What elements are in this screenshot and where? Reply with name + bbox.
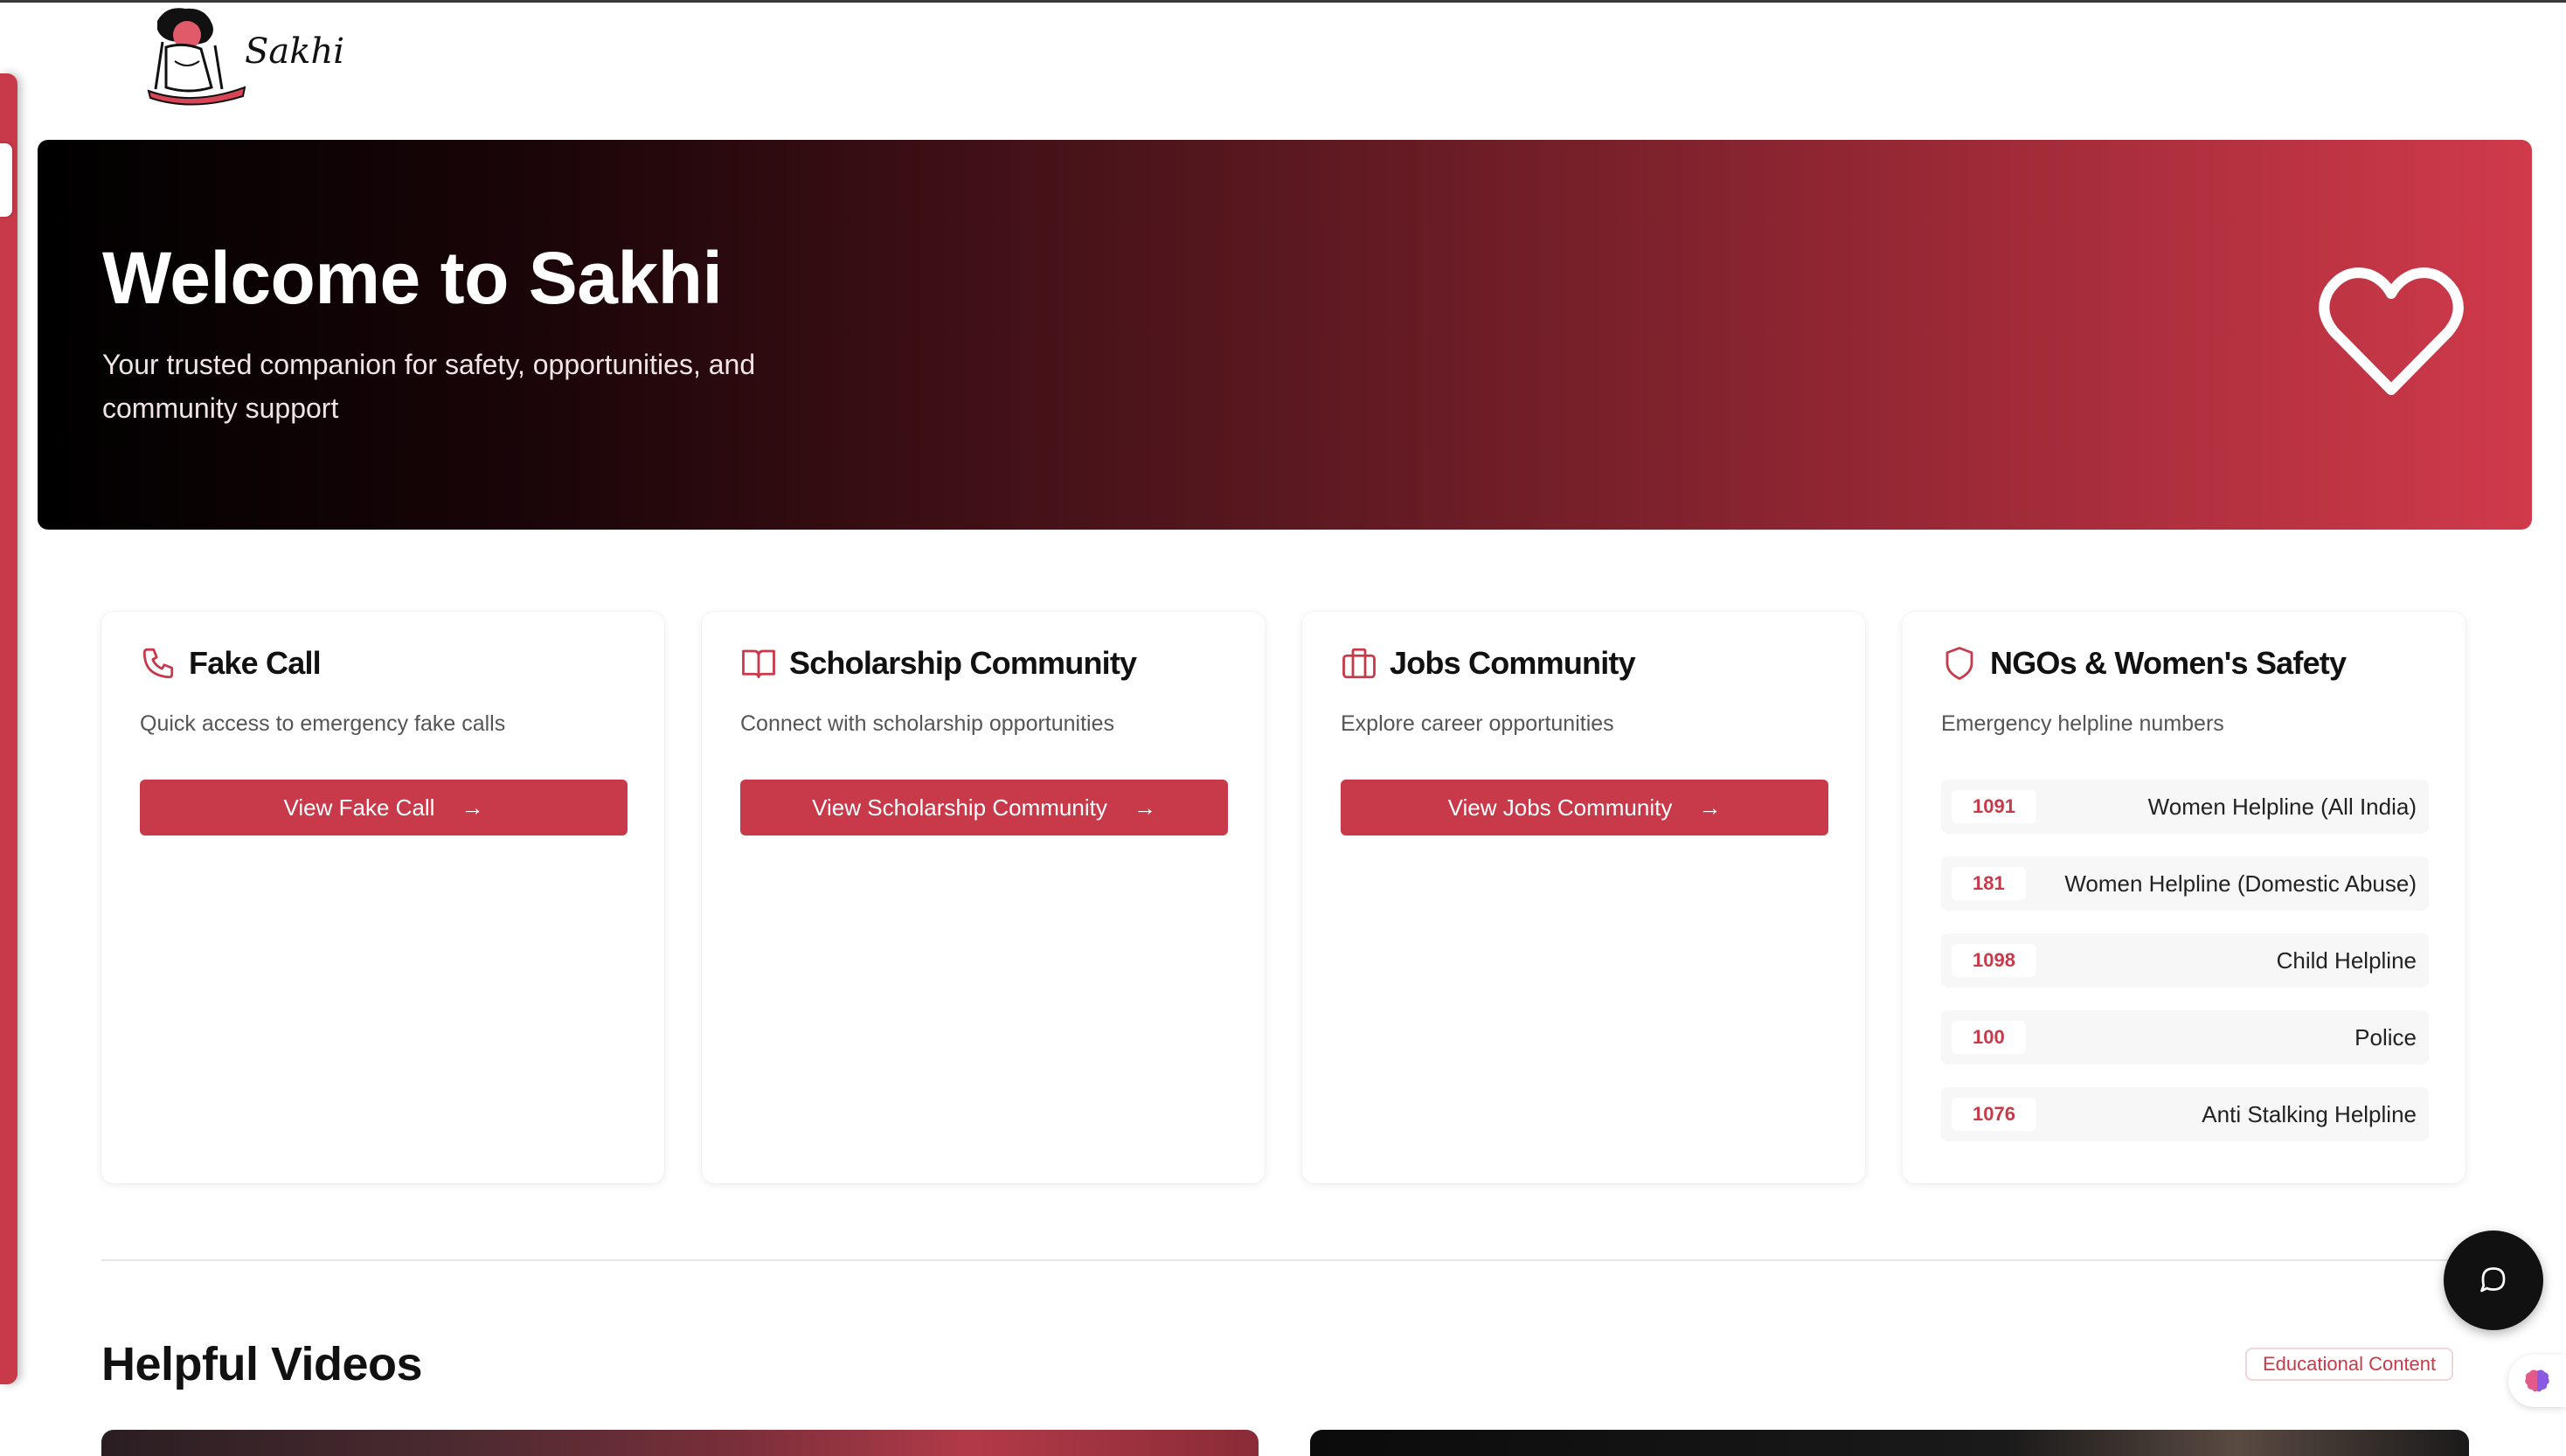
helpline-name: Women Helpline (Domestic Abuse) <box>2064 870 2417 897</box>
hero-subtitle: Your trusted companion for safety, oppor… <box>102 349 756 424</box>
helpline-item[interactable]: 1098 Child Helpline <box>1941 933 2429 988</box>
chat-bubble-icon <box>2480 1267 2506 1293</box>
side-drawer[interactable] <box>0 73 17 1384</box>
brand-logo[interactable]: Sakhi <box>131 3 345 107</box>
helpline-number: 100 <box>1952 1021 2026 1054</box>
view-scholarship-community-button[interactable]: View Scholarship Community → <box>740 780 1228 835</box>
brain-icon <box>2525 1369 2549 1392</box>
side-drawer-handle[interactable] <box>0 143 12 217</box>
phone-icon <box>142 648 174 679</box>
briefcase-icon <box>1342 648 1376 679</box>
card-title: Fake Call <box>189 645 322 681</box>
card-title: Jobs Community <box>1390 645 1636 681</box>
helpline-item[interactable]: 1076 Anti Stalking Helpline <box>1941 1087 2429 1141</box>
book-icon <box>742 649 775 679</box>
heart-icon <box>2319 267 2464 395</box>
video-thumbnail[interactable] <box>101 1430 1259 1456</box>
card-jobs-community: Jobs Community Explore career opportunit… <box>1302 612 1865 1183</box>
section-divider <box>101 1259 2468 1261</box>
card-ngos-womens-safety: NGOs & Women's Safety Emergency helpline… <box>1903 612 2465 1183</box>
helpline-number: 181 <box>1952 867 2026 900</box>
helpline-item[interactable]: 181 Women Helpline (Domestic Abuse) <box>1941 856 2429 911</box>
card-description: Connect with scholarship opportunities <box>740 711 1115 736</box>
card-title: NGOs & Women's Safety <box>1990 645 2347 681</box>
view-fake-call-button[interactable]: View Fake Call → <box>140 780 628 835</box>
helpline-item[interactable]: 100 Police <box>1941 1010 2429 1064</box>
helpline-item[interactable]: 1091 Women Helpline (All India) <box>1941 780 2429 834</box>
helpline-number: 1098 <box>1952 944 2036 977</box>
chat-button[interactable] <box>2444 1231 2543 1330</box>
shield-icon <box>1945 647 1973 680</box>
ai-assistant-button[interactable] <box>2508 1355 2566 1407</box>
helpline-name: Child Helpline <box>2276 947 2417 974</box>
educational-content-badge: Educational Content <box>2245 1348 2454 1381</box>
card-title: Scholarship Community <box>789 645 1137 681</box>
helpline-name: Women Helpline (All India) <box>2147 794 2417 820</box>
hero-banner: Welcome to Sakhi Your trusted companion … <box>38 140 2532 530</box>
card-description: Emergency helpline numbers <box>1941 711 2224 736</box>
card-scholarship-community: Scholarship Community Connect with schol… <box>702 612 1265 1183</box>
helpful-videos-heading: Helpful Videos <box>101 1338 423 1390</box>
arrow-right-icon: → <box>461 794 484 821</box>
helpline-name: Police <box>2354 1024 2417 1050</box>
helpline-name: Anti Stalking Helpline <box>2202 1101 2417 1127</box>
video-thumbnail[interactable] <box>1310 1430 2469 1456</box>
arrow-right-icon: → <box>1133 794 1156 821</box>
brand-name: Sakhi <box>245 31 345 72</box>
hero-title: Welcome to Sakhi <box>102 237 723 319</box>
card-description: Explore career opportunities <box>1341 711 1614 736</box>
arrow-right-icon: → <box>1698 794 1722 821</box>
button-label: View Scholarship Community <box>812 794 1107 821</box>
helpline-number: 1076 <box>1952 1098 2036 1131</box>
card-fake-call: Fake Call Quick access to emergency fake… <box>101 612 664 1183</box>
button-label: View Jobs Community <box>1447 794 1673 821</box>
view-jobs-community-button[interactable]: View Jobs Community → <box>1341 780 1828 835</box>
card-description: Quick access to emergency fake calls <box>140 711 506 736</box>
window-top-border <box>0 0 2566 3</box>
sakhi-logo-icon <box>147 8 246 106</box>
helpline-number: 1091 <box>1952 790 2036 823</box>
button-label: View Fake Call <box>283 794 435 821</box>
